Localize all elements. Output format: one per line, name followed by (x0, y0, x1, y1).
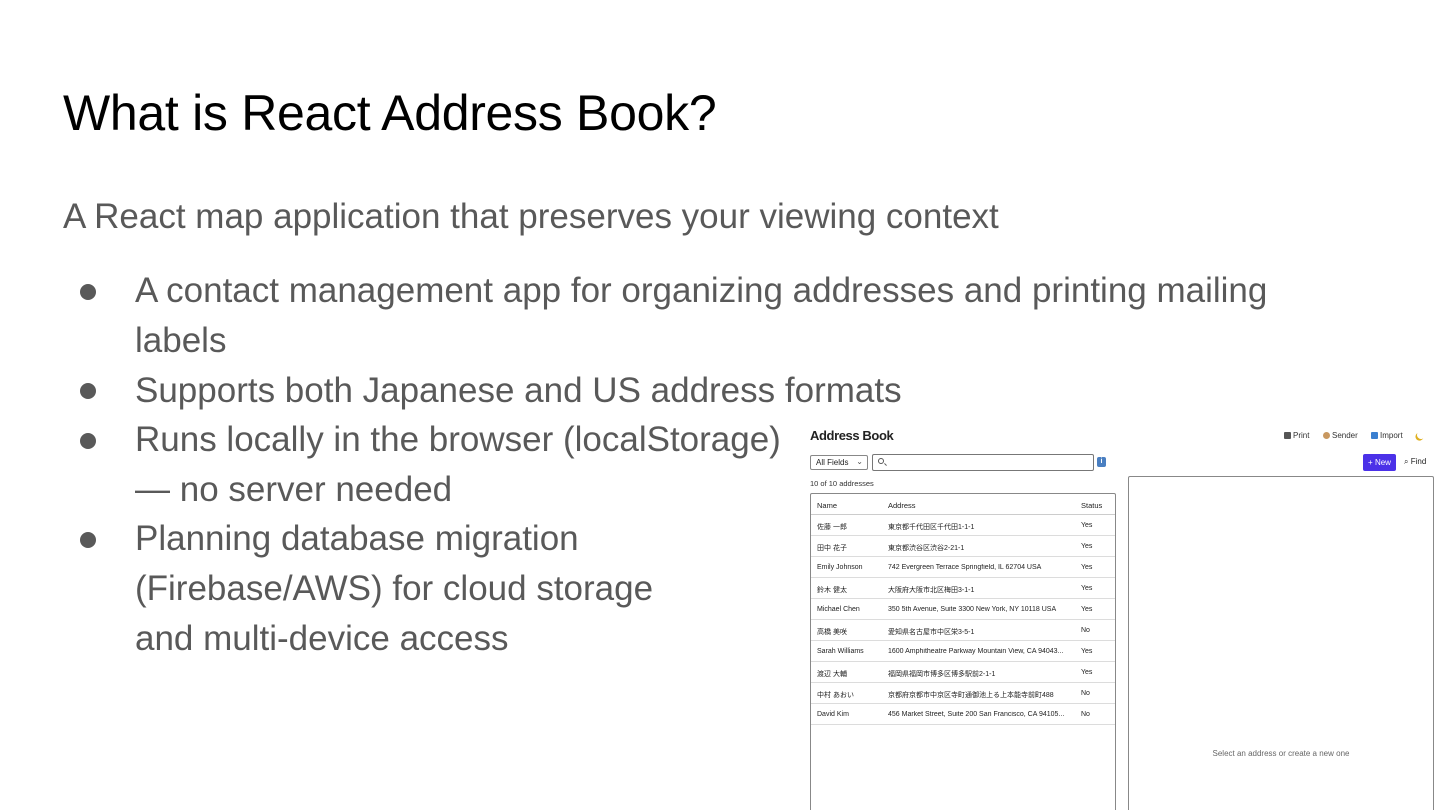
row-status: No (1081, 627, 1090, 634)
bullet-text: Supports both Japanese and US address fo… (135, 371, 902, 410)
table-row[interactable]: Emily Johnson 742 Evergreen Terrace Spri… (811, 557, 1115, 578)
bullet-marker (80, 383, 96, 399)
print-label: Print (1293, 431, 1310, 440)
table-row[interactable]: 高橋 美咲 愛知県名古屋市中区栄3-5-1 No (811, 620, 1115, 641)
column-header-status[interactable]: Status (1081, 501, 1102, 510)
chevron-down-icon: ⌄ (856, 457, 863, 466)
row-status: Yes (1081, 606, 1093, 613)
bullet-text: A contact management app for organizing … (135, 271, 1268, 310)
bullet-text: and multi-device access (135, 619, 509, 658)
inbox-tray-icon (1371, 432, 1378, 439)
search-input[interactable] (872, 454, 1094, 471)
find-label: Find (1410, 457, 1427, 466)
row-name: Emily Johnson (817, 564, 863, 571)
find-button[interactable]: ⌕ Find (1404, 457, 1426, 467)
import-label: Import (1380, 431, 1403, 440)
row-address: 大阪府大阪市北区梅田3-1-1 (888, 587, 975, 594)
print-button[interactable]: Print (1284, 431, 1309, 440)
app-title: Address Book (810, 428, 894, 443)
bullet-text: labels (135, 321, 227, 360)
row-status: Yes (1081, 669, 1093, 676)
bullet-text: — no server needed (135, 470, 453, 509)
address-count: 10 of 10 addresses (810, 479, 874, 488)
field-select-value: All Fields (816, 458, 849, 467)
row-status: Yes (1081, 648, 1093, 655)
row-name: 佐藤 一郎 (817, 524, 847, 531)
column-header-address[interactable]: Address (888, 501, 916, 510)
row-address: 京都府京都市中京区寺町通御池上る上本能寺前町488 (888, 692, 1054, 699)
app-screenshot: Address Book Print Sender Import All Fie… (806, 420, 1440, 810)
table-row[interactable]: Michael Chen 350 5th Avenue, Suite 3300 … (811, 599, 1115, 620)
person-icon (1323, 432, 1330, 439)
row-name: 渡辺 大輔 (817, 671, 847, 678)
table-row[interactable]: 田中 花子 東京都渋谷区渋谷2-21-1 Yes (811, 536, 1115, 557)
row-name: 鈴木 健太 (817, 587, 847, 594)
row-address: 東京都千代田区千代田1-1-1 (888, 524, 975, 531)
row-name: Michael Chen (817, 606, 860, 613)
bullet-text: Planning database migration (135, 519, 579, 558)
row-status: Yes (1081, 585, 1093, 592)
row-status: No (1081, 711, 1090, 718)
table-row[interactable]: 鈴木 健太 大阪府大阪市北区梅田3-1-1 Yes (811, 578, 1115, 599)
moon-icon[interactable] (1416, 430, 1426, 440)
bullet-text: (Firebase/AWS) for cloud storage (135, 569, 654, 608)
import-button[interactable]: Import (1371, 431, 1403, 440)
sender-label: Sender (1332, 431, 1358, 440)
row-address: 福岡県福岡市博多区博多駅前2-1-1 (888, 671, 996, 678)
search-icon (878, 458, 884, 464)
row-status: Yes (1081, 522, 1093, 529)
table-row[interactable]: 渡辺 大輔 福岡県福岡市博多区博多駅前2-1-1 Yes (811, 662, 1115, 683)
row-status: No (1081, 690, 1090, 697)
detail-panel: Select an address or create a new one (1128, 476, 1434, 810)
table-row[interactable]: David Kim 456 Market Street, Suite 200 S… (811, 704, 1115, 725)
row-name: 高橋 美咲 (817, 629, 847, 636)
column-header-name[interactable]: Name (817, 501, 837, 510)
bullet-marker (80, 433, 96, 449)
table-row[interactable]: 中村 あおい 京都府京都市中京区寺町通御池上る上本能寺前町488 No (811, 683, 1115, 704)
slide-subtitle: A React map application that preserves y… (63, 197, 999, 236)
row-name: David Kim (817, 711, 849, 718)
bullet-marker (80, 284, 96, 300)
printer-icon (1284, 432, 1291, 439)
slide-title: What is React Address Book? (63, 85, 717, 141)
row-name: Sarah Williams (817, 648, 864, 655)
row-address: 愛知県名古屋市中区栄3-5-1 (888, 629, 975, 636)
table-header: Name Address Status (811, 494, 1115, 515)
row-name: 田中 花子 (817, 545, 847, 552)
new-address-button[interactable]: + New (1363, 454, 1396, 471)
row-address: 東京都渋谷区渋谷2-21-1 (888, 545, 965, 552)
info-icon[interactable]: i (1097, 457, 1106, 467)
row-status: Yes (1081, 543, 1093, 550)
row-address: 742 Evergreen Terrace Springfield, IL 62… (888, 564, 1042, 571)
bullet-text: Runs locally in the browser (localStorag… (135, 420, 781, 459)
detail-placeholder: Select an address or create a new one (1212, 749, 1350, 758)
magnifier-icon: ⌕ (1404, 457, 1409, 466)
row-address: 1600 Amphitheatre Parkway Mountain View,… (888, 648, 1064, 655)
address-list: Name Address Status 佐藤 一郎 東京都千代田区千代田1-1-… (810, 493, 1116, 810)
row-address: 456 Market Street, Suite 200 San Francis… (888, 711, 1065, 718)
row-name: 中村 あおい (817, 692, 854, 699)
bullet-marker (80, 532, 96, 548)
table-row[interactable]: 佐藤 一郎 東京都千代田区千代田1-1-1 Yes (811, 515, 1115, 536)
table-row[interactable]: Sarah Williams 1600 Amphitheatre Parkway… (811, 641, 1115, 662)
field-select[interactable]: All Fields ⌄ (810, 455, 868, 470)
row-status: Yes (1081, 564, 1093, 571)
row-address: 350 5th Avenue, Suite 3300 New York, NY … (888, 606, 1057, 613)
sender-button[interactable]: Sender (1323, 431, 1358, 440)
